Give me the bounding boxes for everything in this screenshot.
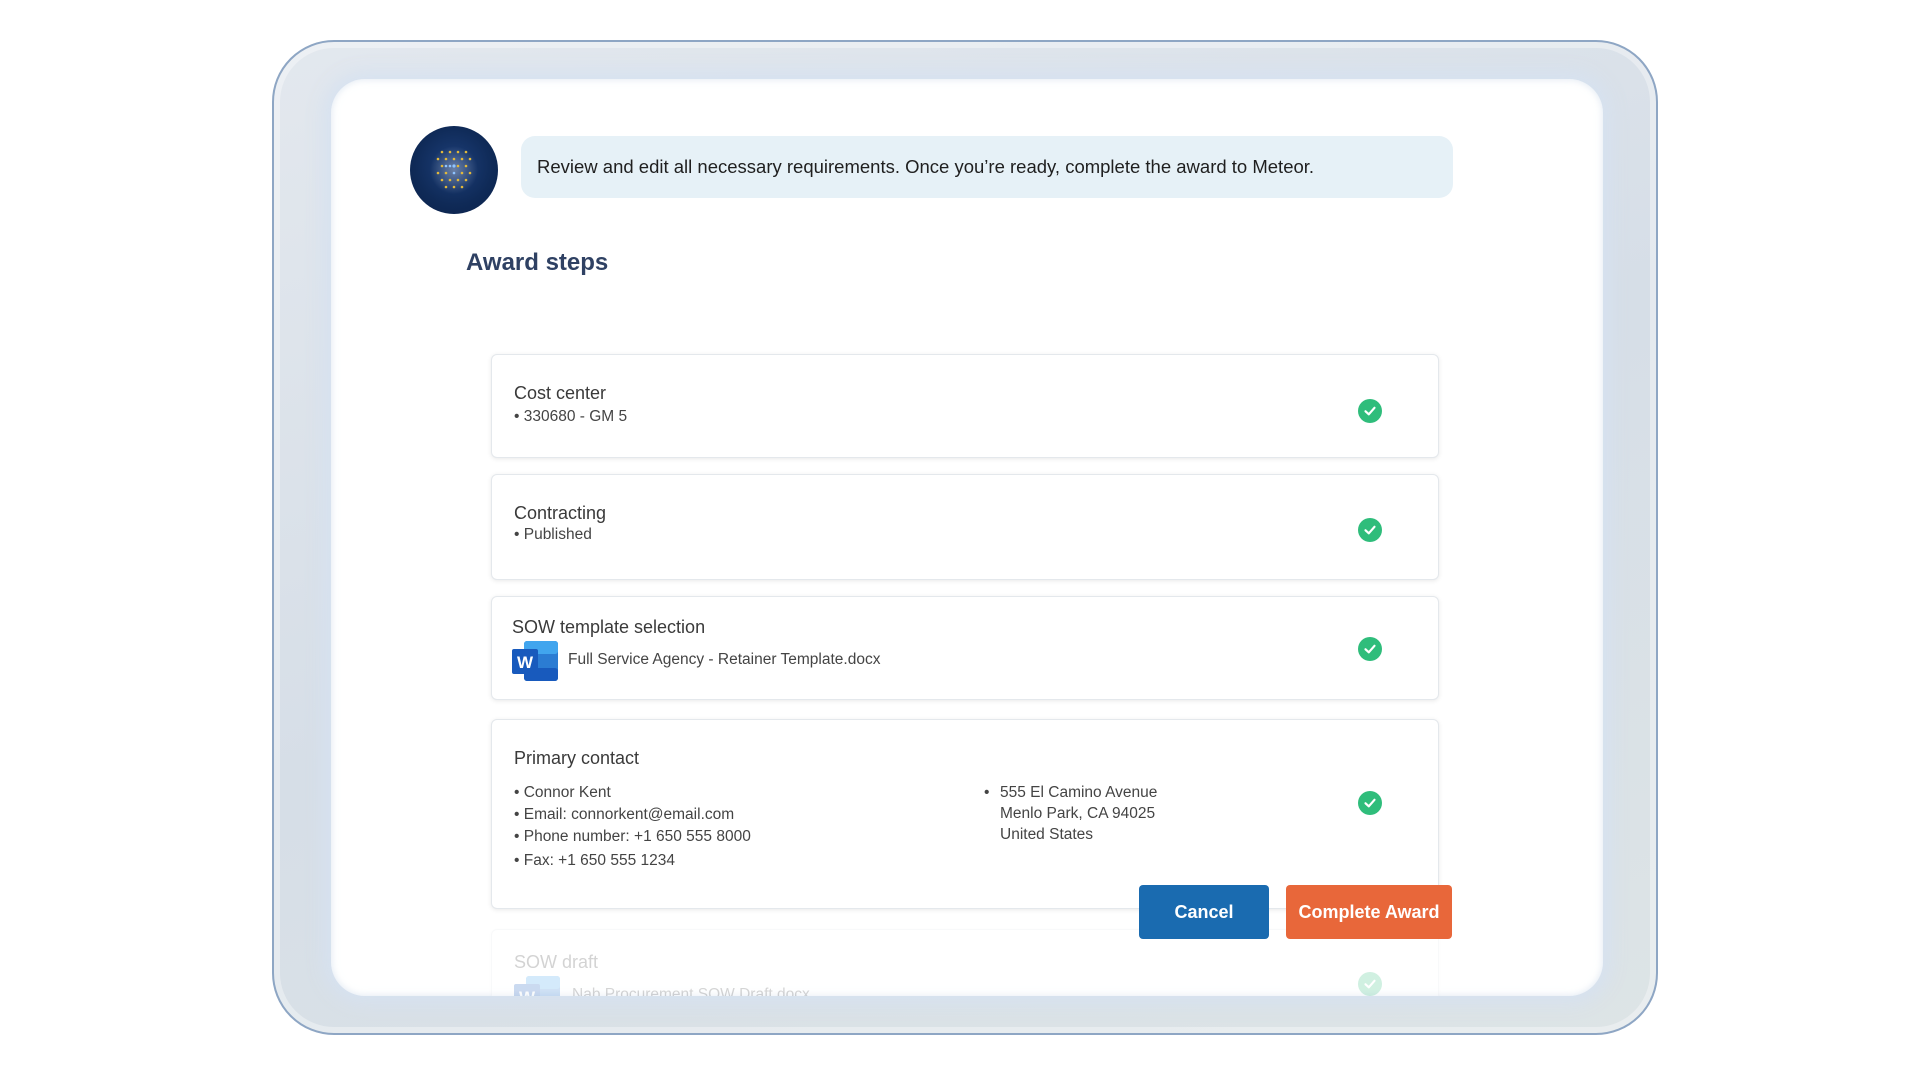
page-title: Award steps [466,249,609,276]
contact-name: • Connor Kent [514,784,611,801]
step-title: SOW template selection [512,617,706,637]
contact-fax: • Fax: +1 650 555 1234 [514,852,675,869]
step-detail: • Published [514,526,592,543]
contact-email: • Email: connorkent@email.com [514,806,735,823]
check-icon [1358,399,1382,423]
check-icon [1358,972,1382,996]
step-title: SOW draft [514,952,599,972]
app-screen: Review and edit all necessary requiremen… [331,79,1603,996]
check-icon [1358,791,1382,815]
step-card-sow-template[interactable]: SOW template selection W Full Service Ag… [491,596,1439,700]
assistant-logo-icon [430,146,478,194]
step-title: Cost center [514,383,607,403]
assistant-message: Review and edit all necessary requiremen… [521,136,1453,198]
cancel-button[interactable]: Cancel [1139,885,1269,939]
tablet-frame: Review and edit all necessary requiremen… [272,40,1658,1035]
template-file-name[interactable]: Full Service Agency - Retainer Template.… [568,651,880,669]
check-icon [1358,518,1382,542]
step-detail: • 330680 - GM 5 [514,408,628,425]
address-bullet: • [984,784,990,801]
svg-text:W: W [519,988,536,996]
address-country: United States [1000,826,1094,843]
word-document-icon: W [514,976,560,996]
complete-award-button[interactable]: Complete Award [1286,885,1452,939]
address-street: 555 El Camino Avenue [1000,784,1158,801]
check-icon [1358,637,1382,661]
assistant-message-text: Review and edit all necessary requiremen… [537,156,1315,177]
word-document-icon: W [512,641,558,681]
step-card-contracting[interactable]: Contracting • Published [491,474,1439,580]
contact-phone: • Phone number: +1 650 555 8000 [514,828,751,845]
step-title: Contracting [514,503,607,523]
step-card-sow-draft[interactable]: SOW draft W Nab Procurement SOW Draft.do… [491,929,1439,996]
assistant-avatar [410,126,498,214]
draft-file-name[interactable]: Nab Procurement SOW Draft.docx [572,986,810,996]
address-city: Menlo Park, CA 94025 [1000,805,1156,822]
step-card-primary-contact[interactable]: Primary contact • Connor Kent • Email: c… [491,719,1439,909]
step-card-cost-center[interactable]: Cost center • 330680 - GM 5 [491,354,1439,458]
step-title: Primary contact [514,748,640,768]
svg-text:W: W [517,653,534,672]
